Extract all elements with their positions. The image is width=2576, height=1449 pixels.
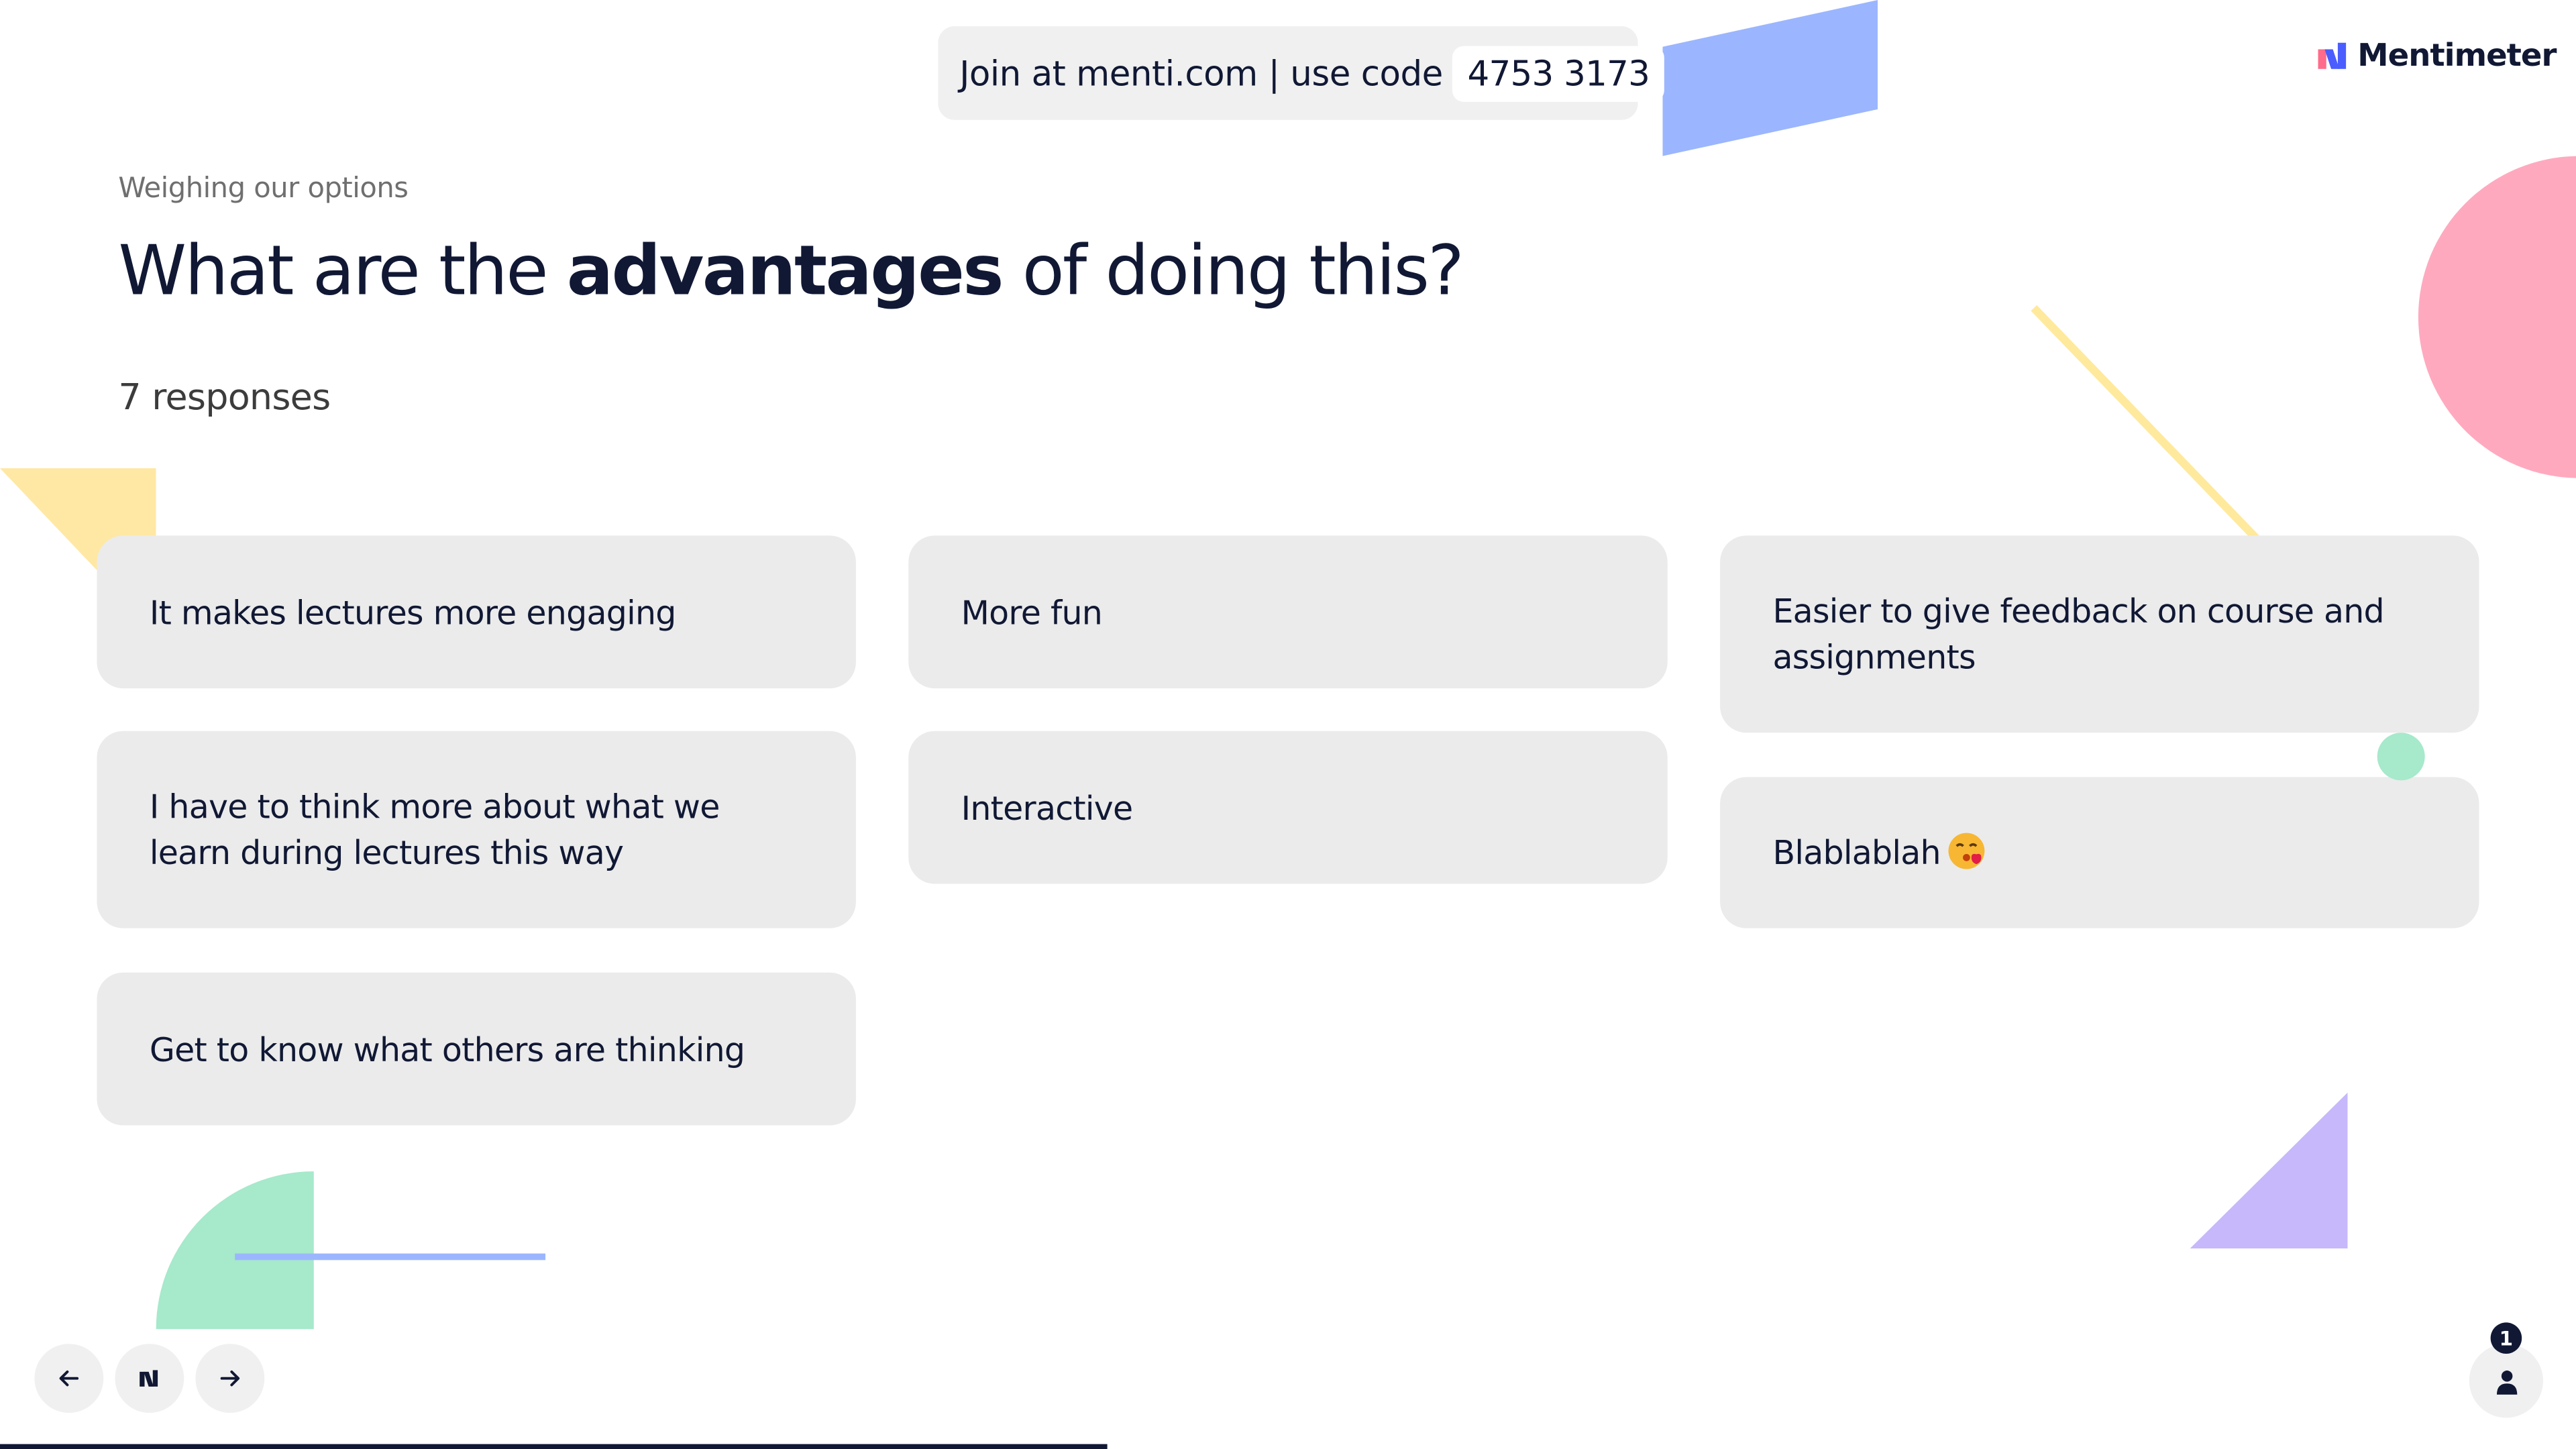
response-card: I have to think more about what we learn… — [97, 731, 856, 928]
response-card: More fun — [908, 535, 1668, 689]
decorative-blue-line — [235, 1253, 546, 1260]
title-text-emphasis: advantages — [566, 229, 1004, 311]
mentimeter-logo: Mentimeter — [2318, 36, 2557, 76]
response-text: It makes lectures more engaging — [149, 592, 677, 632]
decorative-pink-circle — [2418, 156, 2576, 478]
response-text: Interactive — [961, 788, 1134, 828]
next-slide-button[interactable] — [195, 1344, 265, 1413]
response-text: Get to know what others are thinking — [149, 1029, 745, 1069]
response-text: Easier to give feedback on course and as… — [1772, 591, 2384, 677]
join-instructions-text: Join at menti.com | use code — [959, 53, 1443, 93]
person-icon — [2496, 1369, 2517, 1394]
response-card: Easier to give feedback on course and as… — [1720, 535, 2479, 733]
response-text: Blablablah — [1772, 833, 1941, 873]
presentation-progress-bar — [0, 1444, 1108, 1449]
join-code: 4753 3173 — [1452, 45, 1665, 101]
response-card: Interactive — [908, 731, 1668, 884]
response-card: Blablablah — [1720, 777, 2479, 928]
presentation-menu-button[interactable] — [115, 1344, 184, 1413]
response-card: Get to know what others are thinking — [97, 972, 856, 1126]
arrow-left-icon — [59, 1370, 79, 1387]
brand-name: Mentimeter — [2357, 38, 2557, 74]
participants-button[interactable] — [2469, 1344, 2544, 1418]
decorative-green-dot — [2377, 733, 2425, 781]
arrow-right-icon — [220, 1370, 240, 1387]
decorative-purple-triangle — [2190, 1092, 2348, 1249]
slide-title: What are the advantages of doing this? — [118, 229, 1464, 311]
mentimeter-logo-icon — [140, 1370, 158, 1387]
previous-slide-button[interactable] — [34, 1344, 104, 1413]
response-text-wrapper: Blablablah — [1772, 830, 1986, 876]
response-count: 7 responses — [118, 378, 331, 419]
response-card: It makes lectures more engaging — [97, 535, 856, 689]
response-text: More fun — [961, 592, 1103, 632]
slide-subheading: Weighing our options — [118, 172, 409, 206]
title-text-end: of doing this? — [1002, 229, 1464, 311]
response-text: I have to think more about what we learn… — [149, 787, 720, 873]
kissing-face-emoji-icon — [1949, 833, 1985, 869]
decorative-green-quarter-circle — [156, 1171, 314, 1330]
presentation-slide: Join at menti.com | use code 4753 3173 M… — [0, 0, 2576, 1449]
participant-count-badge: 1 — [2490, 1322, 2522, 1354]
join-instructions-bar: Join at menti.com | use code 4753 3173 — [938, 26, 1665, 120]
decorative-blue-parallelogram — [1662, 0, 1878, 156]
mentimeter-logo-icon — [2318, 42, 2347, 69]
title-text-start: What are the — [118, 229, 567, 311]
